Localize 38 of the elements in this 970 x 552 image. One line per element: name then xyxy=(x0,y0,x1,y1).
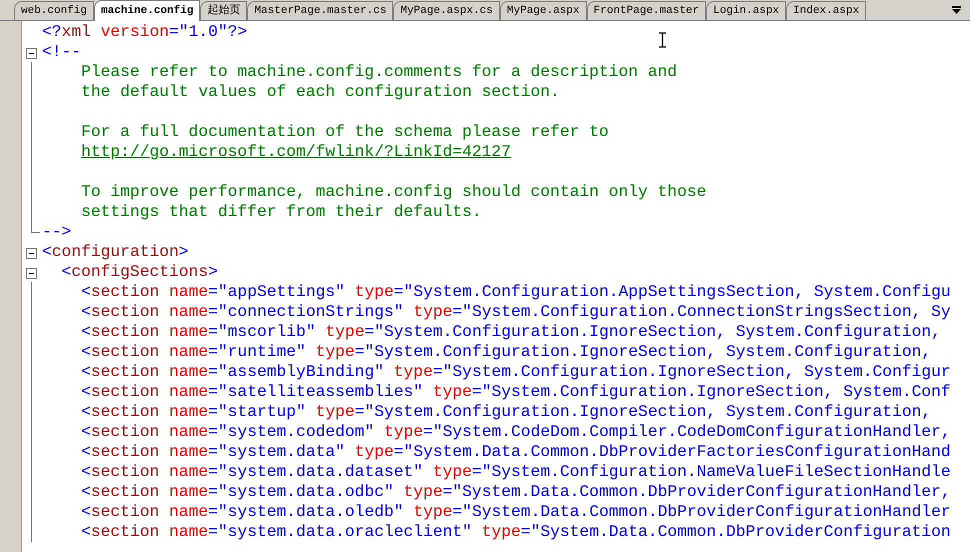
code-line: <section name="system.data.oledb" type="System.Data.Common.DbProviderConfigurationHandler xyxy=(80,502,951,522)
file-tab[interactable]: machine.config xyxy=(94,0,200,21)
file-tab[interactable]: MasterPage.master.cs xyxy=(247,1,394,20)
code-line: <section name="system.data.dataset" type="System.Configuration.NameValueFileSectionHandle xyxy=(80,462,951,482)
code-line: To improve performance, machine.config should contain only those xyxy=(80,182,706,202)
file-tab[interactable]: Index.aspx xyxy=(786,1,866,20)
code-line: <?xml version="1.0"?> xyxy=(42,22,248,42)
code-line: <section name="assemblyBinding" type="System.Configuration.IgnoreSection, System.Configur xyxy=(80,362,951,382)
code-line: <!-- xyxy=(42,42,82,62)
file-tab[interactable]: MyPage.aspx xyxy=(500,1,587,20)
code-line: <section name="system.data" type="System.Data.Common.DbProviderFactoriesConfigurationHand xyxy=(80,442,951,462)
code-line: <section name="system.data.oracleclient" type="System.Data.Common.DbProviderConfiguration xyxy=(80,522,951,542)
dropdown-icon[interactable] xyxy=(952,6,961,14)
documentation-link[interactable]: http://go.microsoft.com/fwlink/?LinkId=42127 xyxy=(81,142,511,161)
collapse-icon[interactable] xyxy=(26,268,37,279)
code-line: <section name="startup" type="System.Configuration.IgnoreSection, System.Configuration, xyxy=(80,402,932,422)
code-line: <configuration> xyxy=(42,242,189,262)
code-line: <section name="mscorlib" type="System.Configuration.IgnoreSection, System.Configuration, xyxy=(80,322,941,342)
code-line: the default values of each configuration section. xyxy=(80,82,560,102)
code-line: --> xyxy=(42,222,72,242)
text-cursor-icon xyxy=(658,32,667,48)
code-line: <section name="satelliteassemblies" type="System.Configuration.IgnoreSection, System.Conf xyxy=(80,382,951,402)
code-line: <section name="system.data.odbc" type="System.Data.Common.DbProviderConfigurationHandler, xyxy=(80,482,951,502)
code-line: <configSections> xyxy=(60,262,218,282)
code-line: <section name="appSettings" type="System.Configuration.AppSettingsSection, System.Configu xyxy=(80,282,951,302)
code-line: Please refer to machine.config.comments for a description and xyxy=(80,62,678,82)
file-tab[interactable]: Login.aspx xyxy=(706,1,786,20)
code-line: settings that differ from their defaults. xyxy=(80,202,482,222)
file-tab[interactable]: 起始页 xyxy=(200,1,248,20)
file-tab[interactable]: FrontPage.master xyxy=(586,1,706,20)
collapse-icon[interactable] xyxy=(26,48,37,59)
code-line: <section name="runtime" type="System.Configuration.IgnoreSection, System.Configuration, xyxy=(80,342,932,362)
code-line: <section name="system.codedom" type="System.CodeDom.Compiler.CodeDomConfigurationHandler, xyxy=(80,422,951,442)
file-tab[interactable]: web.config xyxy=(14,1,94,20)
collapse-icon[interactable] xyxy=(26,248,37,259)
code-line: <section name="connectionStrings" type="System.Configuration.ConnectionStringsSection, Sy xyxy=(80,302,951,322)
file-tab[interactable]: MyPage.aspx.cs xyxy=(393,1,500,20)
code-line: For a full documentation of the schema please refer to xyxy=(80,122,609,142)
